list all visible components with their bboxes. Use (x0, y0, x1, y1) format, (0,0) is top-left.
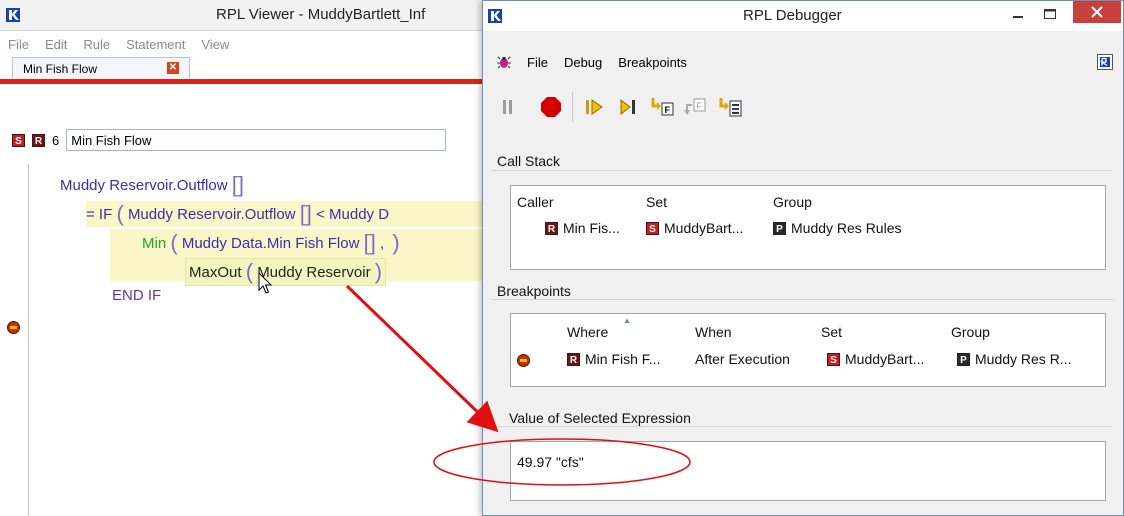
annotation-ellipse (433, 438, 691, 486)
annotation-arrow (345, 284, 499, 433)
annotation-overlay (345, 284, 691, 486)
